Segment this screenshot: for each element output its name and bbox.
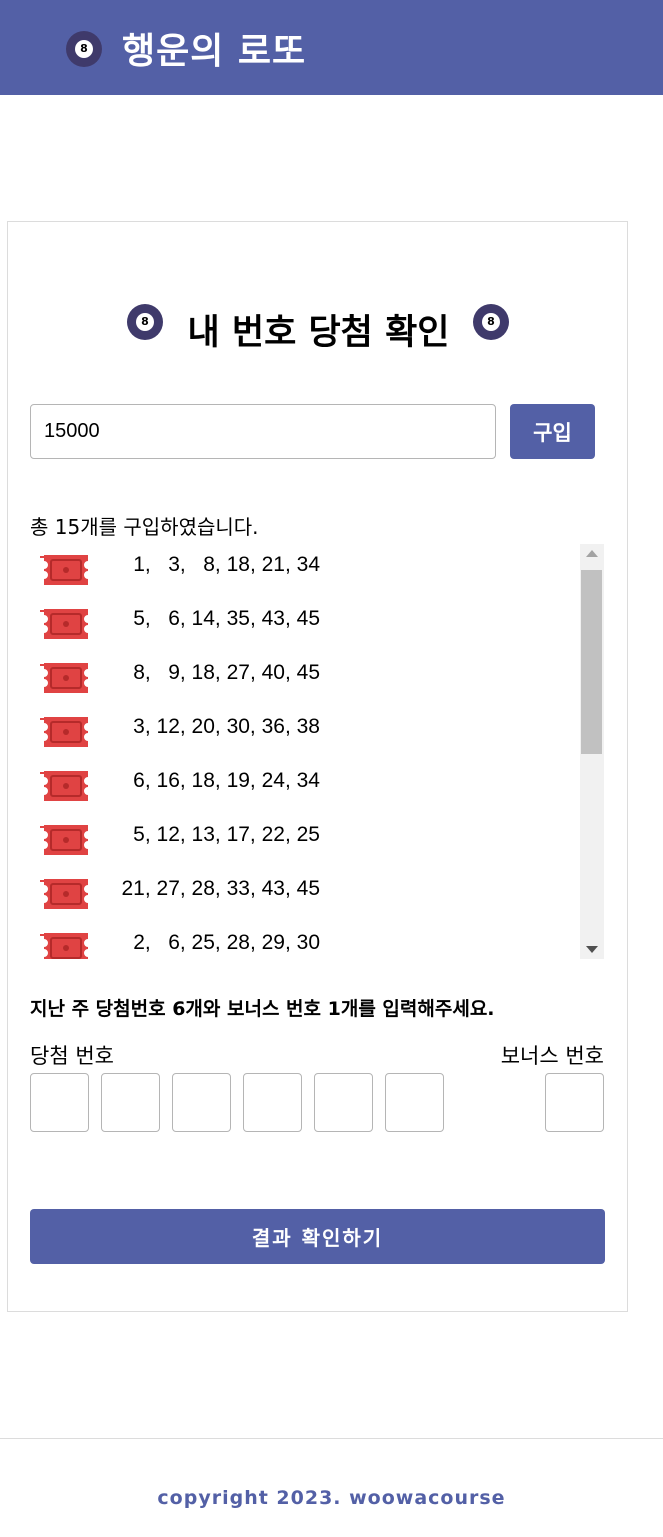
ticket-row: 21, 27, 28, 33, 43, 45: [30, 868, 575, 922]
ticket-numbers: 5, 6, 14, 35, 43, 45: [133, 607, 320, 630]
ticket-row: 6, 16, 18, 19, 24, 34: [30, 760, 575, 814]
scroll-down-arrow-icon[interactable]: [586, 946, 598, 953]
buy-button[interactable]: 구입: [510, 404, 595, 459]
winning-number-instruction: 지난 주 당첨번호 6개와 보너스 번호 1개를 입력해주세요.: [30, 998, 495, 1020]
page-title: 내 번호 당첨 확인: [187, 313, 450, 353]
ticket-icon: [40, 553, 92, 587]
ticket-numbers: 1, 3, 8, 18, 21, 34: [133, 553, 320, 576]
8-ball-icon: 8: [66, 31, 102, 67]
winning-number-input[interactable]: [314, 1073, 373, 1132]
ticket-row: 3, 12, 20, 30, 36, 38: [30, 706, 575, 760]
ticket-numbers: 5, 12, 13, 17, 22, 25: [133, 823, 320, 846]
8-ball-icon: 8: [473, 304, 509, 340]
bonus-number-label: 보너스 번호: [500, 1044, 604, 1068]
copyright-text: copyright 2023. woowacourse: [157, 1487, 506, 1509]
purchase-count-text: 총 15개를 구입하였습니다.: [30, 515, 259, 539]
ticket-numbers: 3, 12, 20, 30, 36, 38: [133, 715, 320, 738]
app-header: 8 행운의 로또: [0, 0, 663, 95]
check-result-button[interactable]: 결과 확인하기: [30, 1209, 605, 1264]
ticket-icon: [40, 607, 92, 641]
ticket-numbers: 21, 27, 28, 33, 43, 45: [121, 877, 321, 900]
8-ball-number: 8: [482, 313, 500, 331]
purchase-amount-input[interactable]: [30, 404, 496, 459]
ticket-icon: [40, 823, 92, 857]
ticket-row: 8, 9, 18, 27, 40, 45: [30, 652, 575, 706]
bonus-number-input[interactable]: [545, 1073, 604, 1132]
winning-number-input[interactable]: [172, 1073, 231, 1132]
ticket-row: 1, 3, 8, 18, 21, 34: [30, 544, 575, 598]
scroll-up-arrow-icon[interactable]: [586, 550, 598, 557]
lotto-card: 내 번호 당첨 확인 8 8 구입 총 15개를 구입하였습니다. 1, 3, …: [7, 221, 628, 1312]
winning-number-label: 당첨 번호: [30, 1044, 114, 1068]
ticket-row: 5, 12, 13, 17, 22, 25: [30, 814, 575, 868]
ticket-numbers: 2, 6, 25, 28, 29, 30: [133, 931, 320, 954]
ticket-icon: [40, 769, 92, 803]
ticket-row: 2, 6, 25, 28, 29, 30: [30, 922, 575, 959]
scrollbar[interactable]: [580, 544, 604, 959]
ticket-list[interactable]: 1, 3, 8, 18, 21, 34 5, 6, 14, 35, 43, 45 8…: [30, 544, 605, 959]
winning-number-input[interactable]: [30, 1073, 89, 1132]
8-ball-number: 8: [136, 313, 154, 331]
ticket-icon: [40, 931, 92, 959]
scroll-thumb[interactable]: [581, 570, 602, 754]
ticket-icon: [40, 877, 92, 911]
ticket-icon: [40, 661, 92, 695]
winning-number-input[interactable]: [385, 1073, 444, 1132]
8-ball-number: 8: [75, 40, 93, 58]
footer-divider: [0, 1438, 663, 1439]
app-title: 행운의 로또: [122, 31, 307, 72]
ticket-icon: [40, 715, 92, 749]
winning-number-input[interactable]: [101, 1073, 160, 1132]
ticket-row: 5, 6, 14, 35, 43, 45: [30, 598, 575, 652]
8-ball-icon: 8: [127, 304, 163, 340]
ticket-numbers: 6, 16, 18, 19, 24, 34: [133, 769, 320, 792]
winning-number-input[interactable]: [243, 1073, 302, 1132]
ticket-numbers: 8, 9, 18, 27, 40, 45: [133, 661, 320, 684]
